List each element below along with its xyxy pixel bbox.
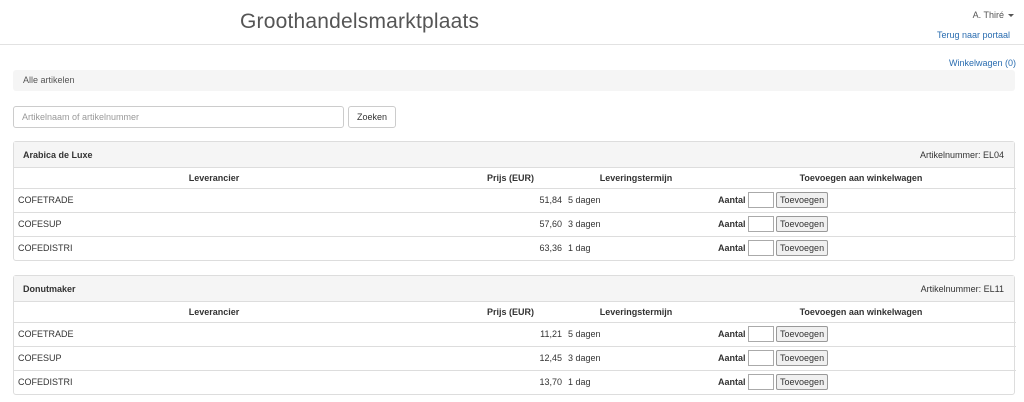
- price-cell: 51,84: [414, 188, 566, 213]
- product-panel: Arabica de Luxe Artikelnummer: EL04 Leve…: [13, 141, 1016, 261]
- article-number: Artikelnummer: EL11: [921, 284, 1004, 294]
- qty-label: Aantal: [718, 195, 746, 205]
- add-cell: Aantal Toevoegen: [706, 322, 1016, 347]
- add-to-cart-button[interactable]: Toevoegen: [776, 350, 829, 366]
- article-number-label: Artikelnummer:: [919, 150, 981, 160]
- qty-label: Aantal: [718, 329, 746, 339]
- add-to-cart-button[interactable]: Toevoegen: [776, 216, 829, 232]
- supplier-cell: COFEDISTRI: [18, 377, 73, 388]
- quantity-input[interactable]: [747, 192, 774, 208]
- term-cell: 3 dagen: [566, 346, 706, 371]
- price-cell: 11,21: [414, 322, 566, 347]
- product-heading: Donutmaker Artikelnummer: EL11: [14, 276, 1014, 302]
- add-cell: Aantal Toevoegen: [706, 188, 1016, 213]
- qty-label: Aantal: [718, 377, 746, 388]
- table-row: COFETRADE 51,84 5 dagen Aantal Toevoegen: [14, 188, 1016, 213]
- price-cell: 57,60: [414, 212, 566, 237]
- table-header-row: Leverancier Prijs (EUR) Leveringstermijn…: [14, 168, 1016, 189]
- article-number-value: EL04: [982, 150, 1004, 160]
- breadcrumb: Alle artikelen: [13, 70, 1015, 91]
- product-heading: Arabica de Luxe Artikelnummer: EL04: [14, 142, 1014, 168]
- site-title: Groothandelsmarktplaats: [240, 10, 480, 33]
- add-cell: Aantal Toevoegen: [706, 346, 1016, 371]
- header-divider: [0, 44, 1024, 45]
- supplier-cell: COFEDISTRI: [18, 243, 73, 254]
- quantity-input[interactable]: [747, 326, 774, 342]
- quantity-input[interactable]: [747, 350, 774, 366]
- breadcrumb-item[interactable]: Alle artikelen: [23, 75, 75, 85]
- table-row: COFEDISTRI 13,70 1 dag Aantal Toevoegen: [14, 370, 1016, 394]
- col-supplier: Leverancier: [14, 302, 414, 323]
- table-row: COFETRADE 11,21 5 dagen Aantal Toevoegen: [14, 322, 1016, 347]
- price-cell: 13,70: [539, 377, 562, 388]
- price-cell: 12,45: [414, 346, 566, 371]
- table-row: COFESUP 57,60 3 dagen Aantal Toevoegen: [14, 212, 1016, 237]
- term-cell: 5 dagen: [566, 188, 706, 213]
- product-panel: Donutmaker Artikelnummer: EL11 Leveranci…: [13, 275, 1016, 395]
- add-to-cart-button[interactable]: Toevoegen: [776, 374, 829, 391]
- user-menu[interactable]: A. Thiré: [973, 10, 1014, 20]
- supplier-cell: COFETRADE: [14, 188, 414, 213]
- table-row: COFEDISTRI 63,36 1 dag Aantal Toevoegen: [14, 236, 1016, 260]
- add-cell: Aantal Toevoegen: [706, 236, 1016, 260]
- col-add: Toevoegen aan winkelwagen: [706, 302, 1016, 323]
- offers-table: Leverancier Prijs (EUR) Leveringstermijn…: [14, 168, 1016, 260]
- col-price: Prijs (EUR): [414, 302, 566, 323]
- supplier-cell: COFESUP: [14, 346, 414, 371]
- term-cell: 5 dagen: [566, 322, 706, 347]
- add-to-cart-button[interactable]: Toevoegen: [776, 240, 829, 257]
- col-price: Prijs (EUR): [414, 168, 566, 189]
- term-cell: 1 dag: [568, 377, 591, 388]
- product-name: Donutmaker: [23, 284, 76, 294]
- offers-table: Leverancier Prijs (EUR) Leveringstermijn…: [14, 302, 1016, 394]
- price-cell: 63,36: [539, 243, 562, 254]
- add-to-cart-button[interactable]: Toevoegen: [776, 326, 829, 342]
- table-header-row: Leverancier Prijs (EUR) Leveringstermijn…: [14, 302, 1016, 323]
- supplier-cell: COFETRADE: [14, 322, 414, 347]
- quantity-input[interactable]: [747, 216, 774, 232]
- search-input[interactable]: [13, 106, 344, 128]
- article-number: Artikelnummer: EL04: [920, 150, 1004, 160]
- caret-down-icon: [1008, 14, 1014, 18]
- article-number-value: EL11: [983, 284, 1004, 294]
- col-add: Toevoegen aan winkelwagen: [706, 168, 1016, 189]
- article-number-label: Artikelnummer:: [920, 284, 982, 294]
- search-button[interactable]: Zoeken: [348, 106, 396, 128]
- term-cell: 3 dagen: [566, 212, 706, 237]
- term-cell: 1 dag: [568, 243, 591, 254]
- table-row: COFESUP 12,45 3 dagen Aantal Toevoegen: [14, 346, 1016, 371]
- add-cell: Aantal Toevoegen: [706, 370, 1016, 394]
- add-cell: Aantal Toevoegen: [706, 212, 1016, 237]
- back-to-portal-link[interactable]: Terug naar portaal: [937, 30, 1010, 40]
- cart-link[interactable]: Winkelwagen (0): [949, 58, 1016, 68]
- quantity-input[interactable]: [747, 240, 774, 257]
- col-term: Leveringstermijn: [566, 168, 706, 189]
- qty-label: Aantal: [718, 243, 746, 254]
- user-name: A. Thiré: [972, 10, 1004, 20]
- qty-label: Aantal: [718, 353, 746, 363]
- quantity-input[interactable]: [747, 374, 774, 391]
- add-to-cart-button[interactable]: Toevoegen: [776, 192, 829, 208]
- supplier-cell: COFESUP: [14, 212, 414, 237]
- col-term: Leveringstermijn: [566, 302, 706, 323]
- qty-label: Aantal: [718, 219, 746, 229]
- product-name: Arabica de Luxe: [23, 150, 93, 160]
- col-supplier: Leverancier: [14, 168, 414, 189]
